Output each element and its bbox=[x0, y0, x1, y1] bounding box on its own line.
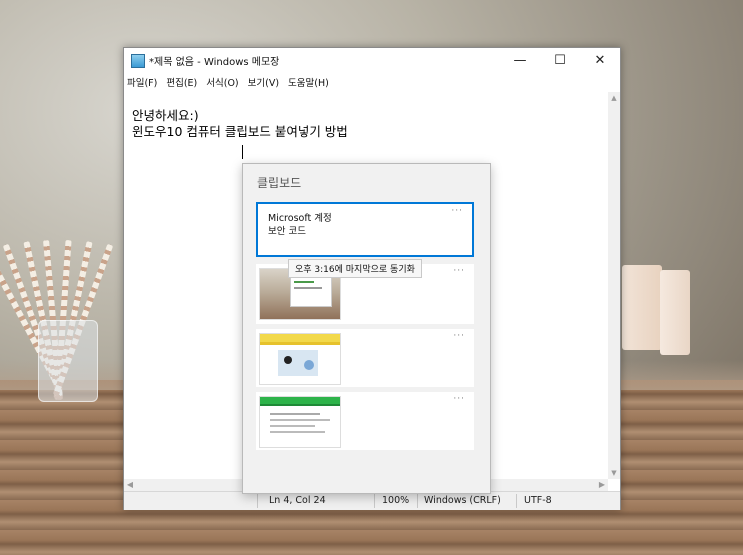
editor-line-1: 안녕하세요:) bbox=[132, 108, 199, 123]
clipboard-item-line-1: Microsoft 계정 bbox=[268, 213, 332, 224]
clipboard-item-line-2: 보안 코드 bbox=[268, 226, 306, 237]
more-options-icon[interactable]: ··· bbox=[453, 331, 465, 341]
encoding: UTF-8 bbox=[524, 495, 552, 506]
clipboard-item-image[interactable]: ··· bbox=[256, 392, 474, 450]
title-bar[interactable]: *제목 없음 - Windows 메모장 — ☐ ✕ bbox=[124, 48, 620, 73]
cursor-position: Ln 4, Col 24 bbox=[269, 495, 326, 506]
sync-tooltip: 오후 3:16에 마지막으로 동기화 bbox=[288, 259, 422, 278]
menu-format[interactable]: 서식(O) bbox=[206, 75, 238, 89]
wallpaper-cups-2 bbox=[660, 270, 690, 355]
clipboard-item-text-content: Microsoft 계정 보안 코드 bbox=[268, 212, 332, 238]
scroll-down-icon[interactable]: ▼ bbox=[608, 467, 620, 479]
scroll-left-icon[interactable]: ◀ bbox=[124, 479, 136, 491]
clipboard-title: 클립보드 bbox=[257, 176, 302, 190]
notepad-app-icon bbox=[131, 53, 145, 68]
more-options-icon[interactable]: ··· bbox=[453, 266, 465, 276]
vertical-scrollbar[interactable]: ▲ ▼ bbox=[608, 92, 620, 479]
text-caret bbox=[242, 145, 243, 159]
clipboard-item-image[interactable]: ··· bbox=[256, 329, 474, 387]
menu-edit[interactable]: 편집(E) bbox=[166, 75, 197, 89]
menu-help[interactable]: 도움말(H) bbox=[288, 75, 329, 89]
menu-bar: 파일(F) 편집(E) 서식(O) 보기(V) 도움말(H) bbox=[124, 73, 620, 90]
zoom-level: 100% bbox=[382, 495, 410, 506]
clipboard-panel: 클립보드 Microsoft 계정 보안 코드 ··· ··· ··· ··· … bbox=[242, 163, 491, 494]
close-button[interactable]: ✕ bbox=[580, 48, 620, 73]
editor-line-2: 윈도우10 컴퓨터 클립보드 붙여넣기 방법 bbox=[132, 124, 348, 139]
more-options-icon[interactable]: ··· bbox=[453, 394, 465, 404]
more-options-icon[interactable]: ··· bbox=[451, 206, 463, 216]
thumbnail-green-page bbox=[259, 396, 341, 448]
maximize-button[interactable]: ☐ bbox=[540, 48, 580, 73]
wallpaper-cups bbox=[622, 265, 662, 350]
scroll-right-icon[interactable]: ▶ bbox=[596, 479, 608, 491]
minimize-button[interactable]: — bbox=[500, 48, 540, 73]
window-title: *제목 없음 - Windows 메모장 bbox=[149, 57, 280, 68]
line-ending: Windows (CRLF) bbox=[424, 495, 501, 506]
menu-file[interactable]: 파일(F) bbox=[127, 75, 157, 89]
clipboard-item-text[interactable]: Microsoft 계정 보안 코드 ··· bbox=[256, 202, 474, 257]
wallpaper-jar bbox=[38, 320, 98, 402]
scroll-up-icon[interactable]: ▲ bbox=[608, 92, 620, 104]
thumbnail-yellow-page bbox=[259, 333, 341, 385]
menu-view[interactable]: 보기(V) bbox=[248, 75, 279, 89]
